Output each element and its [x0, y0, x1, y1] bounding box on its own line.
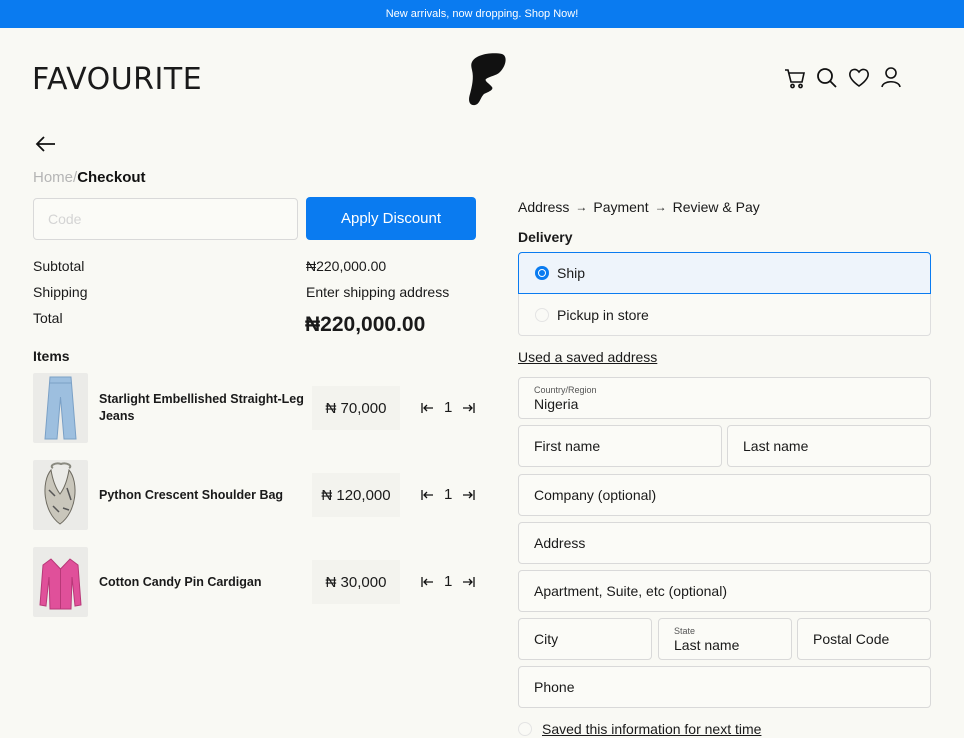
state-value: Last name — [674, 636, 740, 653]
step-payment[interactable]: Payment — [593, 199, 648, 215]
brand-wordmark[interactable]: FAVOURITE — [32, 62, 202, 97]
radio-selected-icon[interactable] — [535, 266, 549, 280]
item-name[interactable]: Python Crescent Shoulder Bag — [99, 487, 304, 504]
first-name-field[interactable]: First name — [518, 425, 722, 467]
last-name-placeholder: Last name — [743, 438, 809, 454]
first-name-placeholder: First name — [534, 438, 601, 454]
city-placeholder: City — [534, 631, 559, 647]
item-price: ₦ 120,000 — [312, 473, 400, 517]
item-image-cardigan[interactable] — [33, 547, 88, 617]
increase-quantity-icon[interactable] — [462, 401, 476, 415]
state-select[interactable]: State Last name — [658, 618, 792, 660]
item-quantity: 1 — [444, 573, 453, 590]
address-field[interactable]: Address — [518, 522, 931, 564]
user-icon[interactable] — [880, 66, 902, 90]
delivery-title: Delivery — [518, 229, 573, 245]
delivery-option-label: Pickup in store — [557, 306, 649, 323]
delivery-option-label: Ship — [557, 265, 586, 281]
total-label: Total — [33, 310, 63, 326]
apartment-placeholder: Apartment, Suite, etc (optional) — [534, 583, 727, 599]
quantity-stepper: 1 — [420, 573, 476, 590]
search-icon[interactable] — [816, 66, 838, 90]
item-name[interactable]: Starlight Embellished Straight-Leg Jeans — [99, 391, 304, 425]
announcement-bar[interactable]: New arrivals, now dropping. Shop Now! — [0, 0, 964, 28]
use-saved-address-link[interactable]: Used a saved address — [518, 349, 657, 365]
breadcrumb-current: Checkout — [77, 169, 146, 186]
item-price: ₦ 70,000 — [312, 386, 400, 430]
delivery-option-pickup[interactable]: Pickup in store — [518, 294, 931, 336]
company-placeholder: Company (optional) — [534, 487, 657, 503]
state-label: State — [674, 625, 696, 636]
country-region-value: Nigeria — [534, 395, 579, 412]
breadcrumb: Home/Checkout — [33, 169, 146, 186]
apartment-field[interactable]: Apartment, Suite, etc (optional) — [518, 570, 931, 612]
announcement-text[interactable]: New arrivals, now dropping. Shop Now! — [386, 8, 579, 20]
checkout-steps: Address → Payment → Review & Pay — [518, 199, 760, 215]
increase-quantity-icon[interactable] — [462, 488, 476, 502]
phone-placeholder: Phone — [534, 679, 575, 695]
increase-quantity-icon[interactable] — [462, 575, 476, 589]
step-arrow-icon: → — [654, 200, 667, 214]
item-image-bag[interactable] — [33, 460, 88, 530]
city-field[interactable]: City — [518, 618, 652, 660]
apply-discount-button[interactable]: Apply Discount — [306, 197, 476, 240]
shipping-label: Shipping — [33, 284, 88, 300]
item-quantity: 1 — [444, 486, 453, 503]
item-name[interactable]: Cotton Candy Pin Cardigan — [99, 574, 304, 591]
brand-logo[interactable] — [466, 52, 508, 108]
subtotal-value: ₦220,000.00 — [306, 258, 387, 274]
last-name-field[interactable]: Last name — [727, 425, 931, 467]
total-value: ₦220,000.00 — [305, 313, 426, 336]
address-placeholder: Address — [534, 535, 586, 551]
quantity-stepper: 1 — [420, 399, 476, 416]
postal-code-placeholder: Postal Code — [813, 631, 890, 647]
subtotal-label: Subtotal — [33, 258, 85, 274]
heart-icon[interactable] — [848, 66, 870, 90]
radio-unselected-icon[interactable] — [535, 307, 549, 322]
save-info-option[interactable]: Saved this information for next time — [518, 721, 761, 737]
delivery-option-ship[interactable]: Ship — [518, 252, 931, 294]
decrease-quantity-icon[interactable] — [420, 575, 434, 589]
back-arrow-icon[interactable] — [34, 132, 58, 156]
items-title: Items — [33, 348, 70, 364]
decrease-quantity-icon[interactable] — [420, 401, 434, 415]
step-address[interactable]: Address — [518, 199, 569, 215]
phone-field[interactable]: Phone — [518, 666, 931, 708]
save-info-label[interactable]: Saved this information for next time — [542, 721, 761, 737]
save-info-radio[interactable] — [518, 722, 532, 736]
country-region-select[interactable]: Country/Region Nigeria — [518, 377, 931, 419]
shipping-value: Enter shipping address — [306, 284, 450, 300]
company-field[interactable]: Company (optional) — [518, 474, 931, 516]
item-quantity: 1 — [444, 399, 453, 416]
header-icons — [784, 66, 902, 90]
cart-icon[interactable] — [784, 66, 806, 90]
decrease-quantity-icon[interactable] — [420, 488, 434, 502]
step-arrow-icon: → — [575, 200, 588, 214]
breadcrumb-home[interactable]: Home — [33, 169, 73, 186]
postal-code-field[interactable]: Postal Code — [797, 618, 931, 660]
quantity-stepper: 1 — [420, 486, 476, 503]
step-review-pay[interactable]: Review & Pay — [673, 199, 760, 215]
country-region-label: Country/Region — [534, 384, 597, 395]
discount-code-input[interactable] — [33, 198, 298, 240]
item-price: ₦ 30,000 — [312, 560, 400, 604]
item-image-jeans[interactable] — [33, 373, 88, 443]
